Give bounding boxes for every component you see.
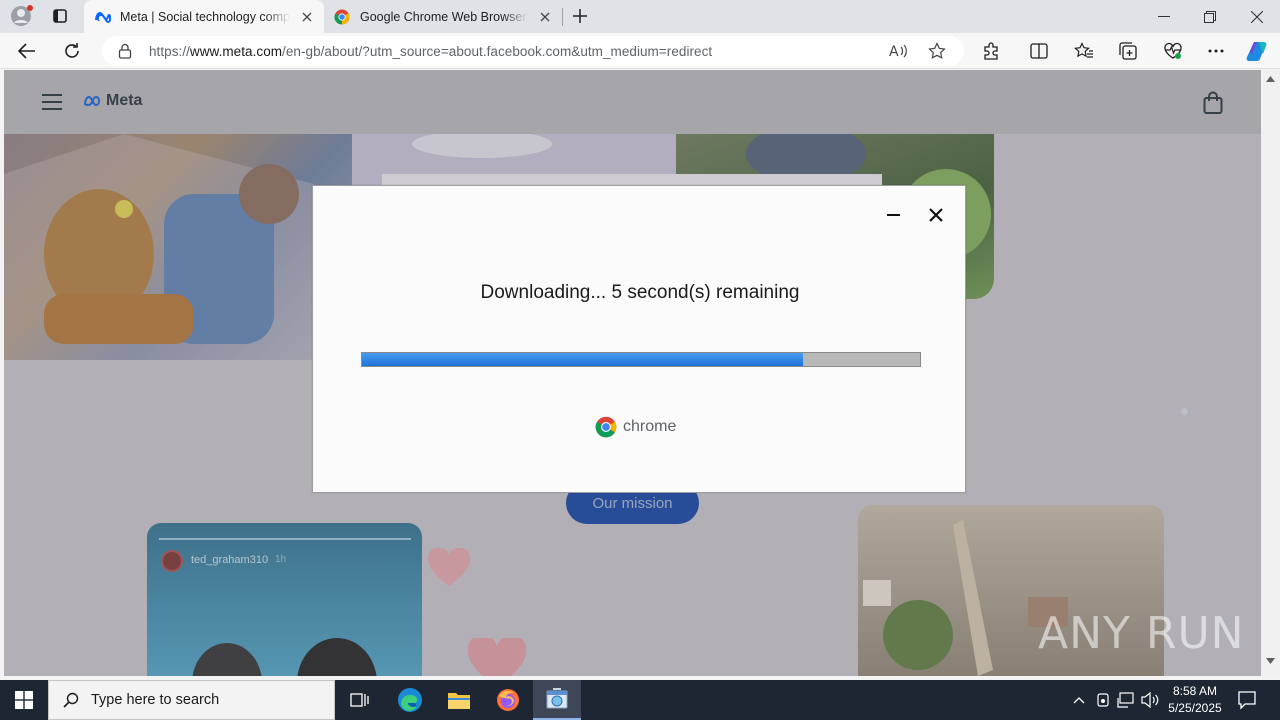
copilot-icon[interactable]	[1245, 39, 1271, 63]
network-icon[interactable]	[1115, 690, 1137, 710]
download-status-text: Downloading... 5 second(s) remaining	[480, 282, 800, 303]
close-window-icon[interactable]	[1234, 0, 1280, 33]
taskbar-clock[interactable]: 8:58 AM 5/25/2025	[1160, 683, 1230, 717]
back-icon[interactable]	[14, 39, 40, 63]
dialog-close-icon[interactable]	[927, 206, 945, 224]
browser-toolbar: https://www.meta.com/en-gb/about/?utm_so…	[0, 33, 1280, 69]
download-progress-bar	[361, 352, 921, 367]
refresh-icon[interactable]	[59, 39, 85, 63]
close-tab-icon[interactable]	[298, 8, 316, 26]
chrome-icon	[595, 416, 617, 438]
new-tab-icon[interactable]	[568, 5, 592, 27]
tab-title: Google Chrome Web Browser: Fi	[360, 9, 528, 24]
more-options-icon[interactable]	[1203, 39, 1229, 63]
page-scrollbar[interactable]	[1261, 70, 1280, 676]
firefox-icon[interactable]	[484, 680, 532, 720]
lock-icon[interactable]	[118, 43, 132, 64]
close-tab-icon[interactable]	[536, 8, 554, 26]
tab-chrome-download[interactable]: Google Chrome Web Browser: Fi	[324, 0, 562, 33]
file-explorer-icon[interactable]	[435, 680, 483, 720]
profile-avatar-icon[interactable]	[9, 4, 35, 28]
edge-icon[interactable]	[386, 680, 434, 720]
search-icon	[63, 692, 79, 708]
device-icon[interactable]	[1092, 690, 1114, 710]
chrome-label: chrome	[623, 418, 677, 435]
tab-actions-icon[interactable]	[48, 5, 72, 27]
volume-icon[interactable]	[1139, 690, 1161, 710]
svg-text:A: A	[889, 44, 899, 60]
tab-meta[interactable]: Meta | Social technology company	[84, 0, 324, 33]
search-placeholder: Type here to search	[91, 692, 220, 708]
chrome-brand: chrome	[595, 416, 676, 438]
url-text: https://www.meta.com/en-gb/about/?utm_so…	[149, 44, 713, 59]
download-dialog: Downloading... 5 second(s) remaining chr…	[312, 185, 966, 493]
download-progress-fill	[362, 353, 803, 366]
anyrun-watermark: ANY RUN	[1038, 608, 1245, 659]
tab-title: Meta | Social technology company	[120, 9, 290, 24]
task-view-icon[interactable]	[336, 680, 384, 720]
tab-strip: Meta | Social technology company Google …	[0, 0, 1280, 33]
dialog-minimize-icon[interactable]	[885, 206, 903, 224]
clock-date: 5/25/2025	[1168, 701, 1222, 715]
extensions-icon[interactable]	[978, 39, 1004, 63]
notifications-icon[interactable]	[1236, 689, 1258, 711]
tab-separator	[562, 8, 563, 26]
collections-icon[interactable]	[1115, 39, 1141, 63]
read-aloud-icon[interactable]: A	[888, 42, 908, 65]
installer-app-icon[interactable]	[533, 680, 581, 720]
taskbar-search-box[interactable]: Type here to search	[48, 680, 335, 720]
address-bar[interactable]: https://www.meta.com/en-gb/about/?utm_so…	[102, 36, 964, 66]
browser-essentials-icon[interactable]	[1160, 39, 1186, 63]
restore-window-icon[interactable]	[1187, 0, 1233, 33]
favorites-icon[interactable]	[1071, 39, 1097, 63]
chrome-icon	[334, 9, 352, 25]
split-screen-icon[interactable]	[1026, 39, 1052, 63]
clock-time: 8:58 AM	[1172, 684, 1218, 698]
meta-icon	[94, 9, 112, 25]
favorite-star-icon[interactable]	[928, 42, 946, 65]
windows-taskbar: Type here to search 8:58 AM 5/25/2025	[0, 680, 1280, 720]
windows-start-icon[interactable]	[0, 680, 48, 720]
minimize-window-icon[interactable]	[1141, 0, 1187, 33]
show-hidden-icons-icon[interactable]	[1068, 690, 1090, 710]
